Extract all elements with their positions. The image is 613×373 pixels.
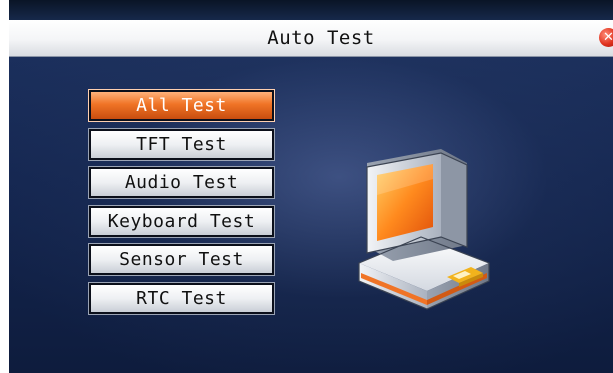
- title-bar: Auto Test ✕: [9, 20, 613, 57]
- device-screen: Auto Test ✕ All Test TFT Test Audio Test…: [9, 0, 613, 373]
- audio-test-button[interactable]: Audio Test: [88, 166, 275, 200]
- content-area: All Test TFT Test Audio Test Keyboard Te…: [9, 57, 613, 373]
- test-menu: All Test TFT Test Audio Test Keyboard Te…: [88, 89, 275, 322]
- window-title: Auto Test: [267, 27, 375, 49]
- close-icon[interactable]: ✕: [599, 28, 613, 47]
- all-test-button[interactable]: All Test: [88, 89, 275, 122]
- rtc-test-button[interactable]: RTC Test: [88, 281, 275, 315]
- computer-icon: [358, 149, 490, 310]
- keyboard-test-button[interactable]: Keyboard Test: [88, 204, 275, 238]
- sensor-test-button[interactable]: Sensor Test: [88, 243, 275, 277]
- tft-test-button[interactable]: TFT Test: [88, 127, 275, 161]
- top-strip: [9, 0, 613, 20]
